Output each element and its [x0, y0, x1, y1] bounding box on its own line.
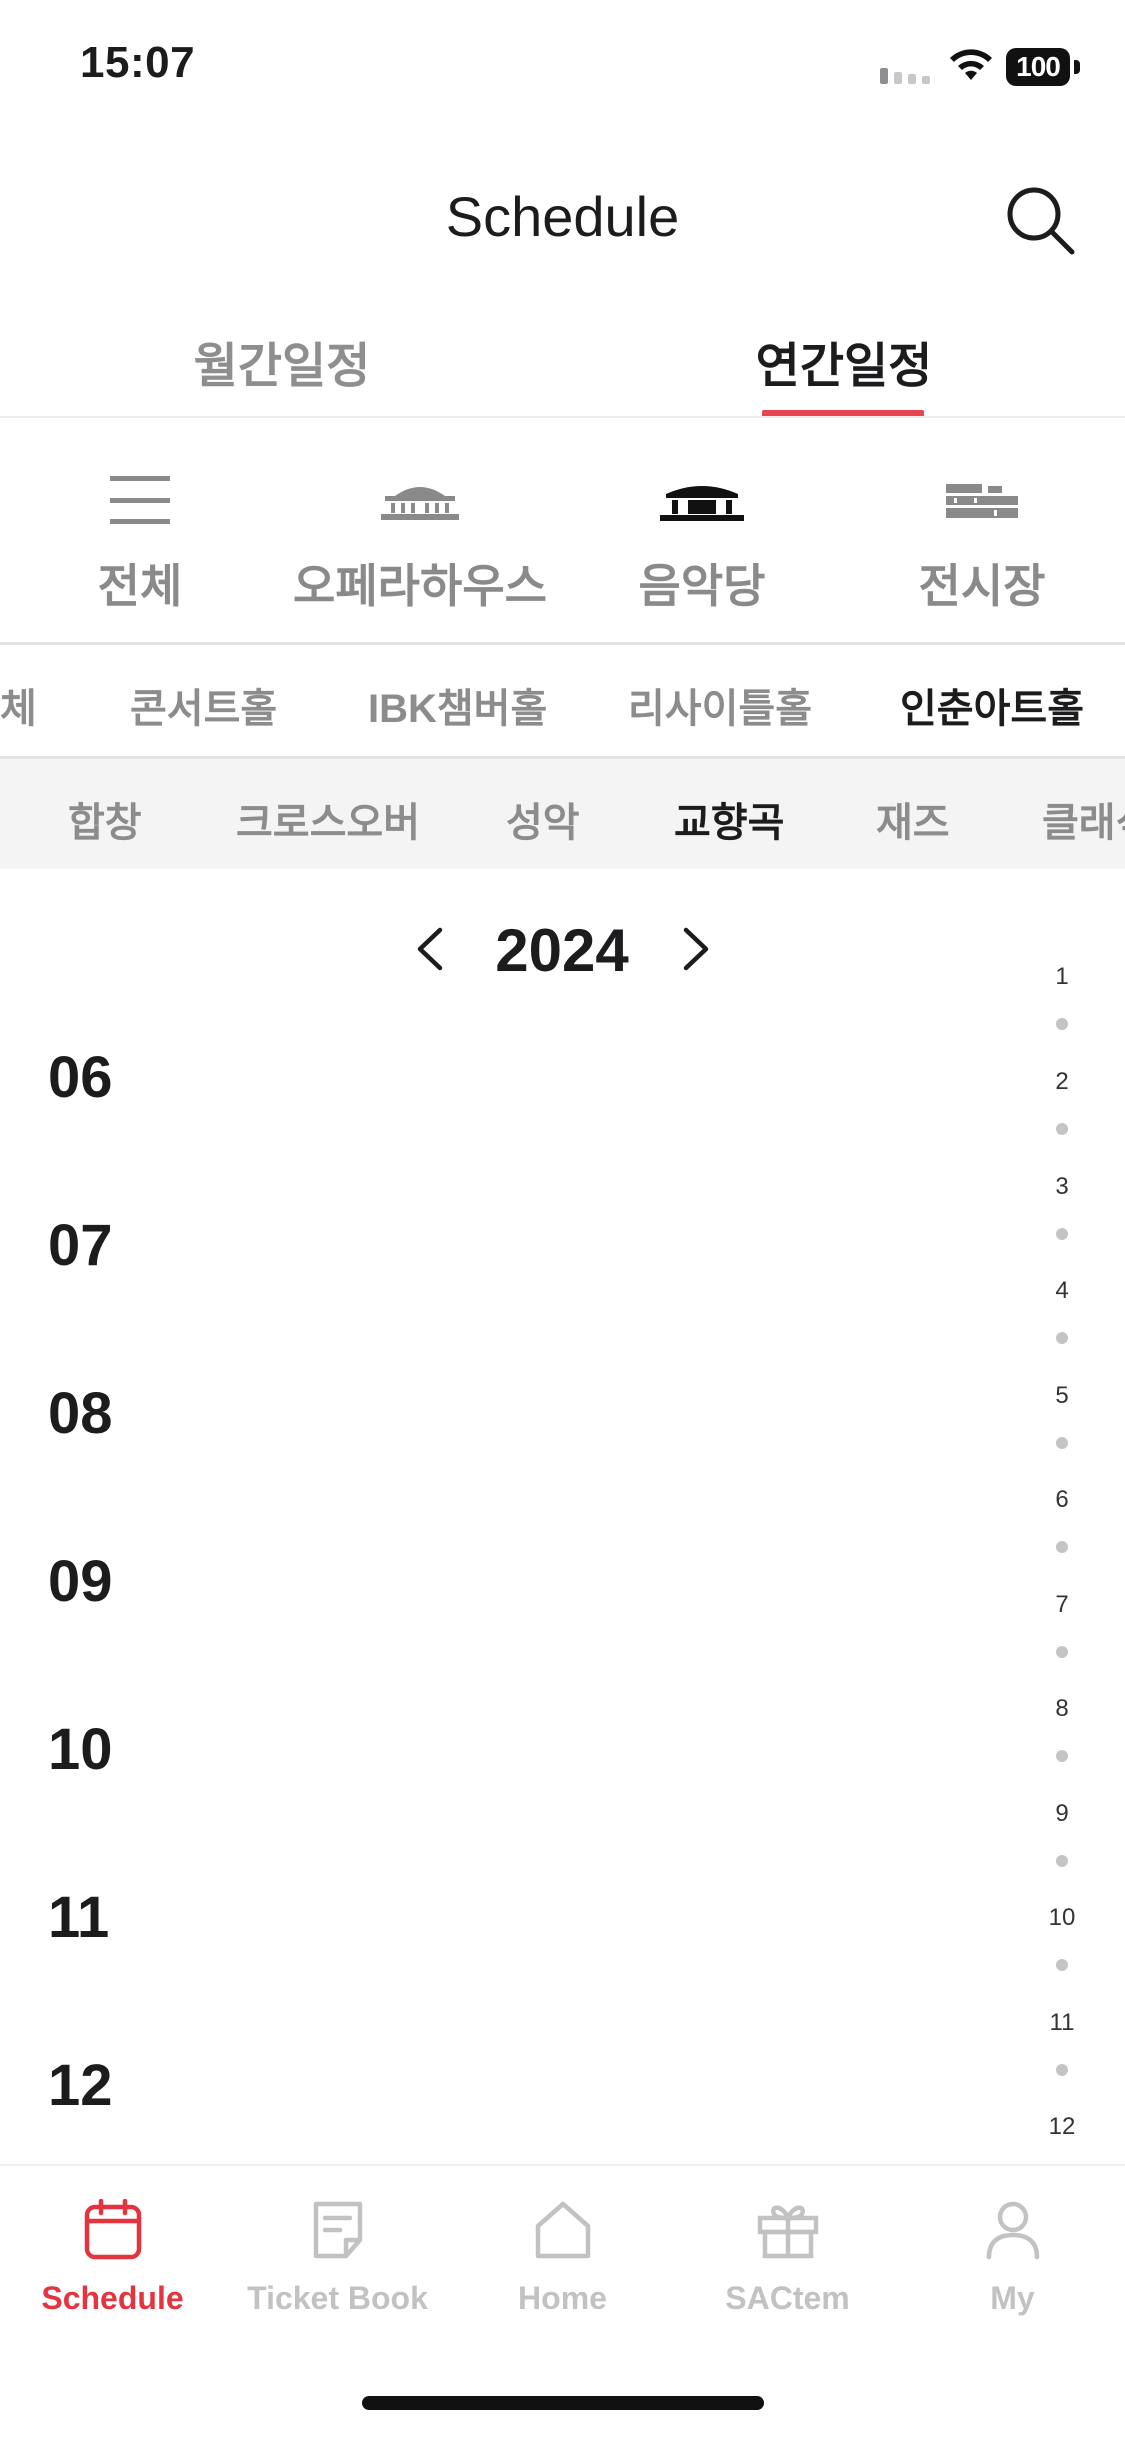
tab-label: Schedule	[41, 2280, 184, 2316]
month-index-item[interactable]: 1	[1032, 963, 1092, 991]
genre-jazz[interactable]: 재즈	[876, 790, 950, 848]
month-index-item[interactable]: 6	[1032, 1486, 1092, 1514]
venue-all[interactable]: 전체	[20, 470, 260, 616]
tab-label: Ticket Book	[247, 2280, 428, 2316]
home-indicator[interactable]	[362, 2396, 764, 2410]
tab-ticket-book[interactable]: Ticket Book	[225, 2196, 450, 2317]
opera-house-icon	[381, 487, 459, 520]
index-dot	[1056, 1750, 1068, 1762]
divider	[0, 416, 1125, 418]
month-index-item[interactable]: 2	[1032, 1068, 1092, 1096]
calendar-icon	[84, 2199, 141, 2260]
gift-icon	[757, 2205, 818, 2259]
tab-home[interactable]: Home	[450, 2196, 675, 2317]
month-heading: 07	[48, 1213, 113, 1278]
genre-chorus[interactable]: 합창	[68, 790, 142, 848]
month-heading: 11	[48, 1885, 110, 1950]
battery-level: 100	[1006, 48, 1070, 86]
venue-label: 전체	[97, 560, 183, 612]
hall-item[interactable]: 체	[0, 676, 37, 734]
index-dot	[1056, 1018, 1068, 1030]
month-index-item[interactable]: 9	[1032, 1800, 1092, 1828]
tab-my[interactable]: My	[900, 2196, 1125, 2317]
index-dot	[1056, 1332, 1068, 1344]
venue-label: 음악당	[638, 560, 766, 612]
index-dot	[1056, 1437, 1068, 1449]
month-heading: 09	[48, 1549, 113, 1614]
genre-symphony[interactable]: 교향곡	[674, 790, 784, 848]
index-dot	[1056, 1123, 1068, 1135]
month-index-item[interactable]: 4	[1032, 1277, 1092, 1305]
menu-lines-icon	[110, 476, 170, 524]
tab-label: SACtem	[725, 2280, 850, 2316]
month-heading: 10	[48, 1717, 113, 1782]
tab-monthly-schedule[interactable]: 월간일정	[122, 326, 442, 396]
tab-annual-schedule[interactable]: 연간일정	[684, 326, 1004, 396]
chevron-left-icon[interactable]	[412, 922, 448, 976]
person-icon	[986, 2201, 1039, 2260]
index-dot	[1056, 1959, 1068, 1971]
search-icon[interactable]	[1002, 182, 1078, 258]
exhibition-hall-icon	[946, 484, 1018, 518]
page-title: Schedule	[445, 185, 680, 248]
battery-icon: 100	[1006, 48, 1080, 86]
index-dot	[1056, 1541, 1068, 1553]
year-label: 2024	[495, 917, 629, 984]
chevron-right-icon[interactable]	[678, 922, 714, 976]
month-heading: 08	[48, 1381, 113, 1446]
month-heading: 06	[48, 1045, 113, 1110]
tab-schedule[interactable]: Schedule	[0, 2196, 225, 2317]
signal-icon	[880, 68, 930, 84]
concert-hall-icon	[660, 486, 744, 521]
month-index-item[interactable]: 8	[1032, 1695, 1092, 1723]
tab-sactem[interactable]: SACtem	[675, 2196, 900, 2317]
index-dot	[1056, 1855, 1068, 1867]
index-dot	[1056, 1228, 1068, 1240]
month-index-item[interactable]: 11	[1032, 2009, 1092, 2037]
tab-label: My	[990, 2280, 1035, 2316]
venue-opera-house[interactable]: 오페라하우스	[293, 470, 547, 616]
index-dot	[1056, 2064, 1068, 2076]
genre-crossover[interactable]: 크로스오버	[236, 790, 420, 848]
hall-item-ibk-chamber[interactable]: IBK챔버홀	[368, 676, 547, 734]
month-index-item[interactable]: 3	[1032, 1173, 1092, 1201]
venue-exhibition-hall[interactable]: 전시장	[862, 470, 1102, 616]
hall-item-recital[interactable]: 리사이틀홀	[628, 676, 812, 734]
ticket-book-icon	[313, 2201, 362, 2259]
venue-label: 오페라하우스	[293, 560, 547, 612]
tab-label: Home	[518, 2280, 607, 2316]
month-index-item[interactable]: 10	[1032, 1904, 1092, 1932]
hall-item-art-hall[interactable]: 인춘아트홀	[900, 676, 1084, 734]
venue-concert-hall[interactable]: 음악당	[582, 470, 822, 616]
month-index-item[interactable]: 12	[1032, 2113, 1092, 2141]
index-dot	[1056, 1646, 1068, 1658]
genre-classic[interactable]: 클래식	[1042, 790, 1125, 848]
month-heading: 12	[48, 2053, 113, 2118]
hall-item-concert-hall[interactable]: 콘서트홀	[130, 676, 277, 734]
status-time: 15:07	[80, 38, 196, 87]
wifi-icon	[950, 49, 992, 80]
venue-label: 전시장	[918, 560, 1046, 612]
genre-vocal[interactable]: 성악	[506, 790, 580, 848]
month-index-item[interactable]: 7	[1032, 1591, 1092, 1619]
home-icon	[535, 2201, 590, 2259]
divider	[0, 642, 1125, 645]
month-index-item[interactable]: 5	[1032, 1382, 1092, 1410]
